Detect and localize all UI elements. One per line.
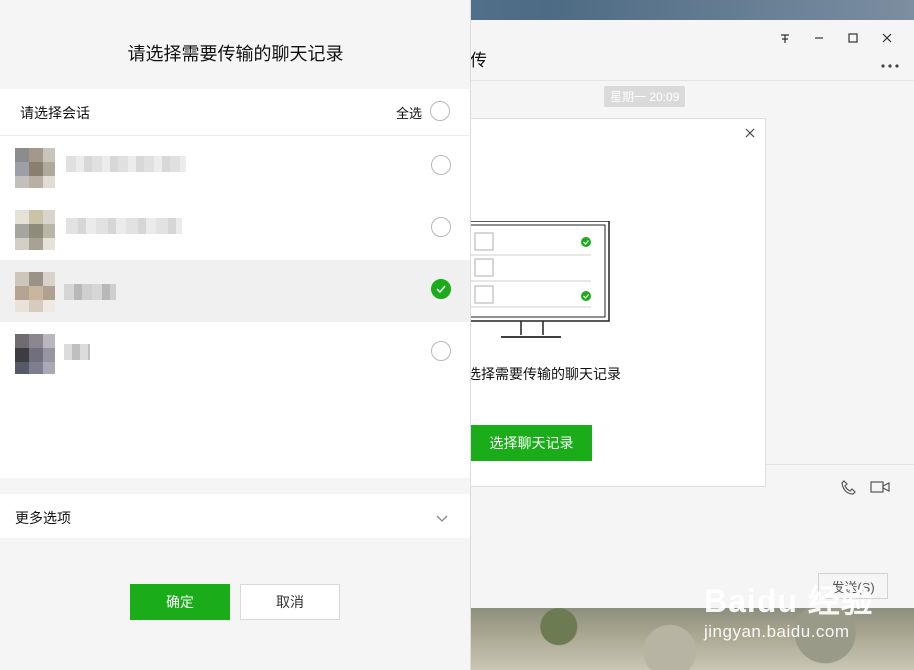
avatar <box>15 272 55 312</box>
avatar <box>15 334 55 374</box>
window-controls <box>768 26 904 50</box>
confirm-button[interactable]: 确定 <box>130 584 230 620</box>
maximize-icon[interactable] <box>836 26 870 50</box>
conversation-name <box>66 218 182 234</box>
conversation-radio[interactable] <box>431 217 451 237</box>
conversation-radio-checked[interactable] <box>431 279 451 299</box>
message-timestamp: 星期一 20:09 <box>604 86 686 107</box>
conversation-item[interactable] <box>0 198 470 260</box>
chevron-down-icon <box>436 510 448 528</box>
avatar <box>15 148 55 188</box>
monitor-illustration <box>471 221 610 338</box>
close-icon[interactable] <box>870 26 904 50</box>
more-options-row[interactable]: 更多选项 <box>0 494 470 538</box>
conversation-radio[interactable] <box>431 341 451 361</box>
select-chat-dialog: 请选择需要传输的聊天记录 请选择会话 全选 更多选项 确定 取消 <box>0 0 471 670</box>
baidu-watermark: Baidu 经验 jingyan.baidu.com <box>704 576 874 642</box>
minimize-icon[interactable] <box>802 26 836 50</box>
more-options-label: 更多选项 <box>15 510 71 526</box>
select-conversations-header: 请选择会话 全选 <box>0 89 470 136</box>
more-icon[interactable] <box>880 56 900 72</box>
close-icon[interactable] <box>745 125 755 141</box>
pin-icon[interactable] <box>768 26 802 50</box>
select-all-radio[interactable] <box>430 101 450 121</box>
migration-card: 选择需要传输的聊天记录 选择聊天记录 <box>467 118 766 487</box>
watermark-sub: jingyan.baidu.com <box>704 622 850 641</box>
conversation-item[interactable] <box>0 260 470 322</box>
conversation-name <box>66 156 186 172</box>
conversation-name <box>64 284 116 300</box>
conversation-list <box>0 136 470 478</box>
select-all-label[interactable]: 全选 <box>396 103 422 122</box>
conversation-item[interactable] <box>0 322 470 384</box>
select-conversations-label: 请选择会话 <box>20 105 90 121</box>
video-call-icon[interactable] <box>870 480 890 499</box>
chat-title: 传 <box>470 51 487 70</box>
avatar <box>15 210 55 250</box>
checkmark-icon <box>436 285 446 294</box>
phone-icon[interactable] <box>840 479 858 502</box>
conversation-item[interactable] <box>0 136 470 198</box>
watermark-main: Baidu 经验 <box>704 583 874 619</box>
dialog-title: 请选择需要传输的聊天记录 <box>127 44 344 64</box>
chat-header-divider <box>470 80 914 81</box>
conversation-radio[interactable] <box>431 155 451 175</box>
select-chat-history-button[interactable]: 选择聊天记录 <box>471 425 592 461</box>
migration-caption: 选择需要传输的聊天记录 <box>467 366 621 382</box>
conversation-name <box>64 344 90 360</box>
cancel-button[interactable]: 取消 <box>240 584 340 620</box>
